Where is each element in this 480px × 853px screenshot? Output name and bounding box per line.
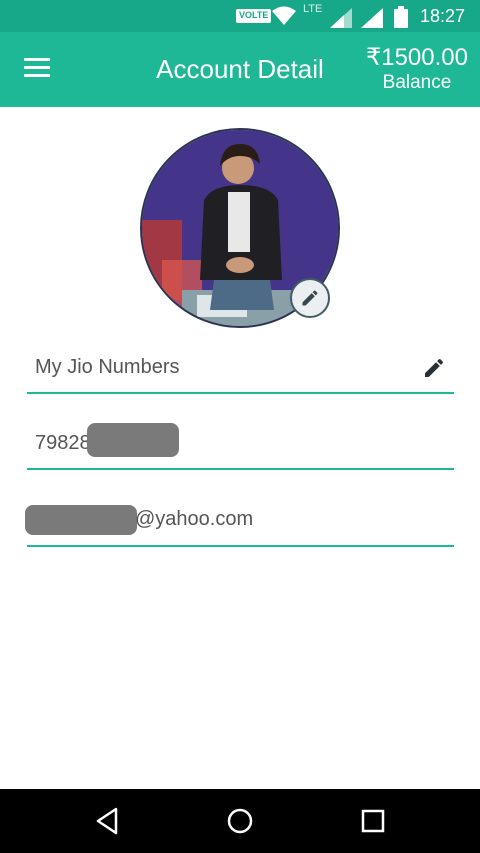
redaction-mask: [87, 423, 179, 457]
back-icon[interactable]: [92, 805, 124, 837]
redaction-mask: [25, 505, 137, 535]
app-bar: Account Detail ₹1500.00 Balance: [0, 32, 480, 107]
balance-amount: ₹1500.00: [365, 44, 468, 71]
balance-display: ₹1500.00 Balance: [366, 44, 468, 94]
phone-number-value: 79828: [35, 432, 91, 454]
email-value: @yahoo.com: [135, 508, 254, 530]
system-nav-bar: [0, 789, 480, 853]
home-icon[interactable]: [224, 805, 256, 837]
wifi-icon: [272, 6, 296, 25]
page-title: Account Detail: [156, 54, 324, 84]
status-clock: 18:27: [420, 6, 466, 26]
pencil-icon[interactable]: [422, 356, 446, 380]
jio-numbers-label: My Jio Numbers: [35, 356, 180, 378]
network-type-label: LTE: [303, 3, 323, 15]
menu-icon[interactable]: [24, 58, 50, 78]
edit-photo-button[interactable]: [290, 278, 330, 318]
status-bar: VOLTE LTE 18:27: [0, 0, 480, 32]
profile-avatar-container: [140, 128, 340, 328]
email-field[interactable]: @yahoo.com: [25, 496, 454, 547]
recents-icon[interactable]: [357, 805, 389, 837]
pencil-icon: [302, 290, 318, 306]
phone-number-field[interactable]: 79828: [27, 420, 454, 470]
balance-label: Balance: [382, 72, 452, 93]
volte-icon: VOLTE: [236, 9, 272, 23]
signal-icon: [361, 8, 383, 28]
jio-numbers-row[interactable]: My Jio Numbers: [27, 344, 454, 394]
signal-icon: [330, 8, 352, 28]
battery-icon: [394, 6, 408, 28]
